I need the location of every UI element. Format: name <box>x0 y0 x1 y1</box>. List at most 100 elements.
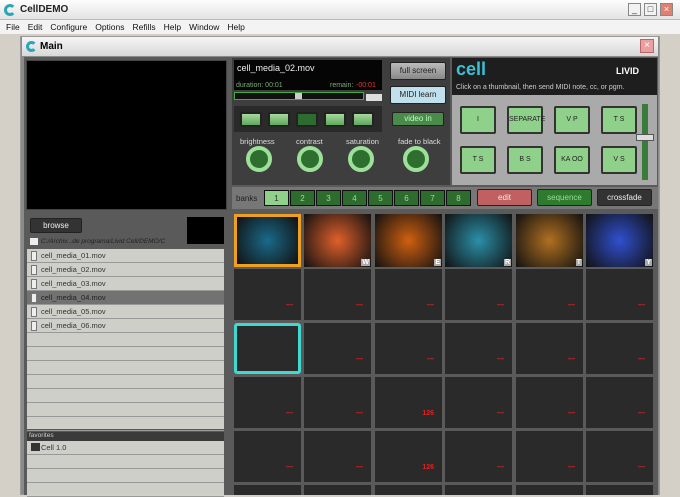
midi-learn-button[interactable]: MIDI learn <box>390 86 446 104</box>
maximize-button[interactable]: □ <box>644 3 657 16</box>
file-list: cell_media_01.mov cell_media_02.mov cell_m… <box>27 249 224 431</box>
crossfade-button[interactable]: crossfade <box>597 189 652 206</box>
slot-value: — <box>568 302 575 309</box>
menu-edit[interactable]: Edit <box>28 20 43 34</box>
once-button[interactable] <box>352 112 374 127</box>
bank-3[interactable]: 3 <box>316 190 341 206</box>
contrast-knob[interactable] <box>297 146 323 172</box>
minimize-button[interactable]: _ <box>628 3 641 16</box>
clip-slot[interactable]: — <box>586 269 653 320</box>
favorites-header: favorites <box>27 432 224 441</box>
file-item[interactable]: cell_media_04.mov <box>27 291 224 305</box>
clip-slot[interactable]: 126 <box>375 431 442 482</box>
clip-slot[interactable]: — <box>516 323 583 374</box>
sequence-button[interactable]: sequence <box>537 189 592 206</box>
menu-options[interactable]: Options <box>95 20 124 34</box>
midi-pad-3[interactable]: V P <box>554 106 590 134</box>
midi-pad-8[interactable]: V S <box>601 146 637 174</box>
clip-slot[interactable]: — <box>586 377 653 428</box>
main-close-button[interactable]: × <box>640 39 654 53</box>
clip-slot[interactable]: — <box>304 431 371 482</box>
menu-help[interactable]: Help <box>164 20 181 34</box>
speed-field[interactable] <box>366 94 382 101</box>
clip-thumbnail-5[interactable]: T <box>516 214 583 267</box>
midi-pad-5[interactable]: T S <box>460 146 496 174</box>
menu-configure[interactable]: Configure <box>50 20 87 34</box>
clip-slot[interactable]: — <box>516 377 583 428</box>
clip-slot[interactable]: — <box>234 269 301 320</box>
bank-4[interactable]: 4 <box>342 190 367 206</box>
file-item[interactable]: cell_media_03.mov <box>27 277 224 291</box>
browser-path[interactable]: C:/Archiv...de programa/Livid Cell/DEMO/… <box>41 238 165 245</box>
bank-7[interactable]: 7 <box>420 190 445 206</box>
volume-slider-handle[interactable] <box>636 134 654 141</box>
clip-slot[interactable]: — <box>516 269 583 320</box>
palindrome-button[interactable] <box>324 112 346 127</box>
clip-slot[interactable]: — <box>375 269 442 320</box>
bank-2[interactable]: 2 <box>290 190 315 206</box>
clip-slot[interactable]: — <box>234 431 301 482</box>
clip-slot[interactable]: — <box>445 431 512 482</box>
saturation-knob[interactable] <box>348 146 374 172</box>
brightness-knob[interactable] <box>246 146 272 172</box>
menu-file[interactable]: File <box>6 20 20 34</box>
fade-to-black-knob[interactable] <box>403 146 429 172</box>
menu-help-2[interactable]: Help <box>227 20 244 34</box>
volume-slider[interactable] <box>636 104 654 180</box>
clip-slot[interactable] <box>375 485 442 495</box>
clip-slot[interactable] <box>234 323 301 374</box>
menu-refills[interactable]: Refills <box>133 20 156 34</box>
bank-8[interactable]: 8 <box>446 190 471 206</box>
clip-slot[interactable]: — <box>445 269 512 320</box>
clip-slot[interactable] <box>445 485 512 495</box>
clip-slot[interactable] <box>234 485 301 495</box>
edit-button[interactable]: edit <box>477 189 532 206</box>
file-row-empty <box>27 361 224 375</box>
file-item[interactable]: cell_media_01.mov <box>27 249 224 263</box>
midi-pad-2[interactable]: SEPARATE <box>507 106 545 134</box>
bank-1[interactable]: 1 <box>264 190 289 206</box>
file-item[interactable]: cell_media_06.mov <box>27 319 224 333</box>
midi-pad-7[interactable]: KA OO <box>554 146 590 174</box>
midi-pad-4[interactable]: T S <box>601 106 637 134</box>
full-screen-button[interactable]: full screen <box>390 62 446 80</box>
clip-thumbnail-4[interactable]: R <box>445 214 512 267</box>
clip-slot[interactable]: — <box>304 323 371 374</box>
clip-slot[interactable]: — <box>304 269 371 320</box>
clip-slot[interactable] <box>304 485 371 495</box>
clip-scrubber[interactable] <box>234 92 364 100</box>
loop-icon[interactable] <box>296 112 318 127</box>
clip-slot[interactable] <box>516 485 583 495</box>
clip-thumbnail-1[interactable] <box>234 214 301 267</box>
menu-window[interactable]: Window <box>189 20 219 34</box>
browse-button[interactable]: browse <box>30 218 82 233</box>
clip-slot[interactable] <box>586 485 653 495</box>
clip-slot[interactable]: — <box>304 377 371 428</box>
midi-pad-1[interactable]: I <box>460 106 496 134</box>
slot-value: — <box>497 356 504 363</box>
file-item[interactable]: cell_media_02.mov <box>27 263 224 277</box>
clip-slot[interactable]: — <box>445 323 512 374</box>
play-backward-button[interactable] <box>268 112 290 127</box>
clip-slot[interactable]: — <box>375 323 442 374</box>
bank-6[interactable]: 6 <box>394 190 419 206</box>
clip-thumbnail-2[interactable]: W <box>304 214 371 267</box>
clip-slot[interactable]: 126 <box>375 377 442 428</box>
slot-value: — <box>356 410 363 417</box>
clip-slot[interactable]: — <box>445 377 512 428</box>
video-in-button[interactable]: video in <box>392 112 444 126</box>
clip-slot[interactable]: — <box>586 431 653 482</box>
midi-pad-6[interactable]: B S <box>507 146 543 174</box>
bank-5[interactable]: 5 <box>368 190 393 206</box>
cell-hint: Click on a thumbnail, then send MIDI not… <box>456 84 625 91</box>
clip-slot[interactable]: — <box>516 431 583 482</box>
play-forward-button[interactable] <box>240 112 262 127</box>
clip-thumbnail-3[interactable]: E <box>375 214 442 267</box>
favorite-item[interactable]: Cell 1.0 <box>27 441 224 455</box>
file-item[interactable]: cell_media_05.mov <box>27 305 224 319</box>
clip-slot[interactable]: — <box>586 323 653 374</box>
close-button[interactable]: × <box>660 3 673 16</box>
scrubber-handle[interactable] <box>295 93 302 99</box>
clip-slot[interactable]: — <box>234 377 301 428</box>
clip-thumbnail-6[interactable]: Y <box>586 214 653 267</box>
